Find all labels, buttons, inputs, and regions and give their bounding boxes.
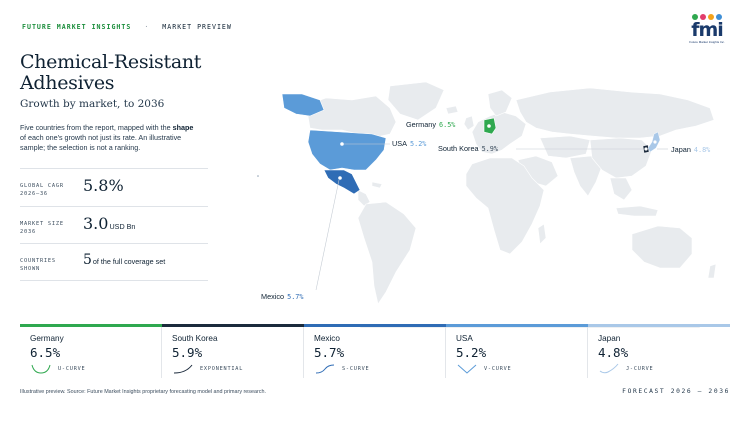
map-label-country: South Korea [438,144,479,153]
exponential-curve-icon [173,364,193,374]
russia-shape [515,87,715,139]
v-curve-icon [457,364,477,374]
description-emphasis: shape [172,123,194,132]
world-map: Germany 6.5% USA 5.2% South Korea 5.9% Japa… [240,78,740,328]
stat-label: GLOBAL CAGR 2026–36 [20,183,64,197]
stat-countries-shown: COUNTRIES SHOWN 5of the full coverage set [20,243,208,281]
card-cagr: 5.2% [456,345,487,360]
map-label-country: Mexico [261,292,285,301]
page-subtitle: Growth by market, to 2036 [20,98,165,110]
map-label-south-korea[interactable]: South Korea 5.9% [438,144,498,153]
card-cagr: 4.8% [598,345,629,360]
map-label-country: USA [392,139,408,148]
card-cagr: 5.7% [314,345,345,360]
south-korea-marker-icon [644,147,648,151]
header-separator: · [144,23,150,31]
stat-label: MARKET SIZE 2036 [20,220,64,235]
card-curve-shape: S-CURVE [342,366,370,372]
map-label-germany[interactable]: Germany 6.5% [406,120,455,129]
card-cagr: 6.5% [30,345,61,360]
stat-value: 3.0USD Bn [83,213,136,233]
card-cagr: 5.9% [172,345,203,360]
card-country-name: Japan [598,334,621,343]
top-bar: FUTURE MARKET INSIGHTS · MARKET PREVIEW [22,23,232,31]
scandinavia-shape [487,89,513,117]
map-label-mexico[interactable]: Mexico 5.7% [261,292,304,301]
map-label-country: Germany [406,120,437,129]
stat-unit: of the full coverage set [92,257,166,266]
card-accent-bar [446,324,588,327]
greenland-shape [387,81,445,121]
small-island-icon [257,175,259,177]
country-card-germany[interactable]: Germany 6.5% U-CURVE [20,324,162,378]
stat-global-cagr: GLOBAL CAGR 2026–36 5.8% [20,168,208,206]
map-label-rate: 5.2% [410,140,427,148]
stat-value: 5.8% [83,176,124,195]
world-map-svg [257,81,717,328]
map-label-rate: 5.7% [287,293,304,301]
country-card-japan[interactable]: Japan 4.8% J-CURVE [588,324,730,378]
j-curve-icon [599,363,619,374]
description-text-2: of each one's growth not just its rate. … [20,133,182,153]
usa-shape [307,129,387,171]
map-label-usa[interactable]: USA 5.2% [392,139,426,148]
mexico-leader-line [315,179,340,291]
japan-marker-icon [653,140,657,144]
page-title: Chemical-Resistant Adhesives [20,51,202,94]
indonesia-shape [615,205,659,217]
alaska-shape [281,93,325,117]
iceland-shape [445,105,459,115]
section-label: MARKET PREVIEW [162,23,232,31]
logo-wordmark: fmi [691,19,724,41]
caribbean-shape [371,181,383,189]
south-america-shape [357,201,417,305]
card-curve-shape: J-CURVE [626,366,654,372]
map-label-japan[interactable]: Japan 4.8% [671,145,710,154]
card-curve-shape: EXPONENTIAL [200,366,244,372]
card-country-name: South Korea [172,334,218,343]
stat-unit: USD Bn [109,221,136,231]
card-accent-bar [162,324,304,327]
card-country-name: Mexico [314,334,340,343]
new-zealand-shape [707,263,717,279]
country-strip: Germany 6.5% U-CURVE South Korea 5.9% EX… [20,324,730,378]
card-curve-shape: V-CURVE [484,366,512,372]
key-stats: GLOBAL CAGR 2026–36 5.8% MARKET SIZE 2036 … [20,168,208,281]
map-label-rate: 5.9% [481,145,498,153]
mexico-shape [323,169,361,195]
card-accent-bar [20,324,162,327]
country-card-mexico[interactable]: Mexico 5.7% S-CURVE [304,324,446,378]
australia-shape [631,225,693,269]
forecast-range: FORECAST 2026 – 2036 [622,388,730,395]
card-accent-bar [304,324,446,327]
card-country-name: Germany [30,334,64,343]
map-label-rate: 4.8% [693,146,711,154]
madagascar-shape [537,223,547,245]
central-asia-shape [539,135,591,159]
u-curve-icon [31,364,51,374]
mexico-marker-icon [338,176,342,180]
map-label-rate: 6.5% [439,121,456,129]
country-card-usa[interactable]: USA 5.2% V-CURVE [446,324,588,378]
usa-marker-icon [340,142,344,146]
stat-label: COUNTRIES SHOWN [20,258,56,272]
stat-market-size: MARKET SIZE 2036 3.0USD Bn [20,205,208,244]
brand-name[interactable]: FUTURE MARKET INSIGHTS [22,23,131,31]
stat-value: 5of the full coverage set [83,252,166,268]
s-curve-icon [315,364,335,374]
description-text-1: Five countries from the report, mapped w… [20,123,173,132]
fmi-logo[interactable]: fmi Future Market Insights Inc. [684,14,730,44]
description: Five countries from the report, mapped w… [20,123,196,154]
southeast-asia-shape [609,177,633,201]
map-label-country: Japan [671,145,691,154]
logo-tagline: Future Market Insights Inc. [689,40,725,44]
card-country-name: USA [456,334,473,343]
country-card-south-korea[interactable]: South Korea 5.9% EXPONENTIAL [162,324,304,378]
germany-marker-icon [487,124,491,128]
uk-shape [463,115,475,131]
card-accent-bar [588,324,730,327]
card-curve-shape: U-CURVE [58,366,86,372]
source-footnote: Illustrative preview. Source: Future Mar… [20,389,266,395]
